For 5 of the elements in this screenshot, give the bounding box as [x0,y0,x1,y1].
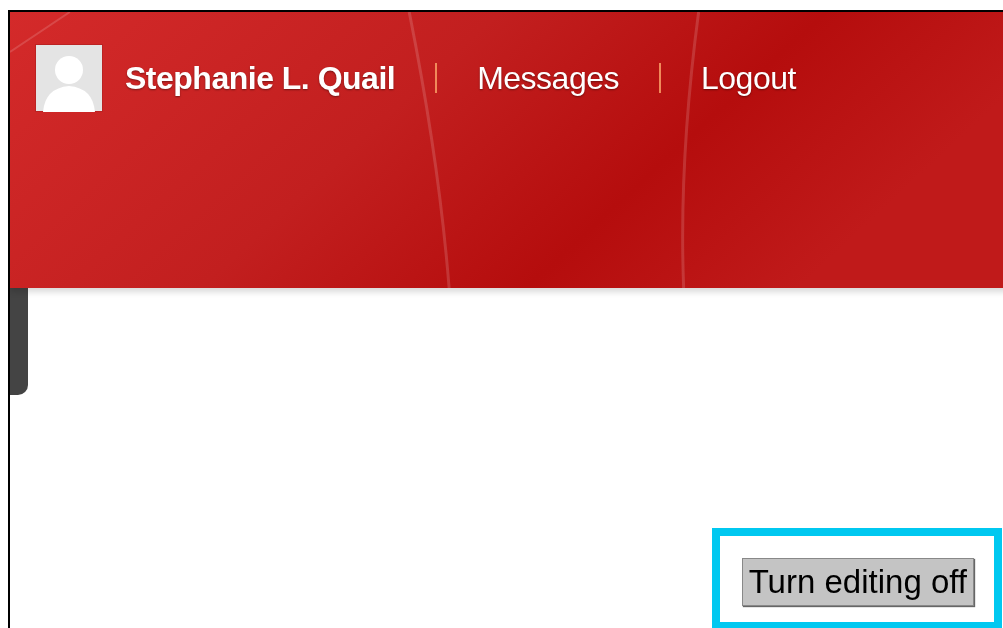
avatar-icon[interactable] [35,44,103,112]
nav-link[interactable]: Messages [477,59,619,97]
nav-link[interactable]: Logout [701,59,796,97]
turn-editing-off-button[interactable]: Turn editing off [741,558,974,606]
user-name-link[interactable]: Stephanie L. Quail [125,59,396,97]
